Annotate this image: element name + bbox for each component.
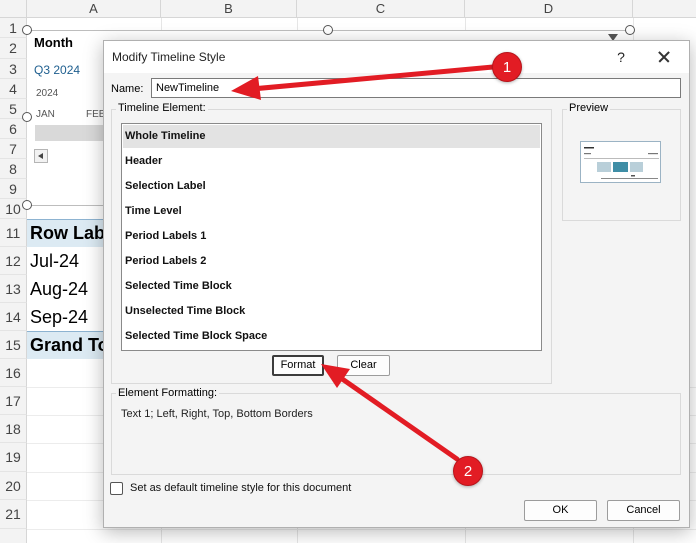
row-header-7[interactable]: 7 [0,139,27,159]
row-header-6[interactable]: 6 [0,119,27,139]
default-style-checkbox[interactable] [110,482,123,495]
row-header-16[interactable]: 16 [0,359,27,387]
timeline-preview [580,141,661,183]
timeline-preview-graphic [584,147,659,179]
pivot-grand-total[interactable]: Grand Total [27,331,106,359]
column-header-d[interactable]: D [465,0,633,18]
resize-handle[interactable] [22,25,32,35]
timeline-year-label: 2024 [36,88,59,99]
timeline-time-block[interactable] [35,125,105,141]
timeline-month-label: JAN [36,109,55,120]
name-label: Name: [111,83,144,95]
column-header-c[interactable]: C [297,0,465,18]
clear-button[interactable]: Clear [337,355,390,376]
resize-handle[interactable] [22,200,32,210]
list-item-selected-time-block[interactable]: Selected Time Block [122,274,541,299]
pivot-row-label[interactable]: Aug-24 [27,275,106,303]
preview-label: Preview [567,102,611,114]
timeline-title: Month [34,35,73,50]
annotation-badge-1: 1 [492,52,522,82]
row-header-3[interactable]: 3 [0,59,27,79]
pivot-row-labels-header[interactable]: Row Labels [27,219,106,247]
element-formatting-label: Element Formatting: [116,387,220,399]
row-header-19[interactable]: 19 [0,443,27,472]
row-header-9[interactable]: 9 [0,179,27,199]
row-header-20[interactable]: 20 [0,472,27,500]
dialog-titlebar[interactable]: Modify Timeline Style ? [104,41,689,73]
row-header-2[interactable]: 2 [0,38,27,59]
list-item-time-level[interactable]: Time Level [122,199,541,224]
row-header-11[interactable]: 11 [0,219,27,247]
scroll-left-icon[interactable] [34,149,48,163]
timeline-selection-label: Q3 2024 [34,63,81,77]
row-header-13[interactable]: 13 [0,275,27,303]
list-item-selected-time-block-space[interactable]: Selected Time Block Space [122,324,541,349]
modify-timeline-style-dialog: Modify Timeline Style ? Name: Timeline E… [103,40,690,528]
row-header-15[interactable]: 15 [0,331,27,359]
timeline-element-list[interactable]: Whole Timeline Header Selection Label Ti… [121,123,542,351]
row-header-17[interactable]: 17 [0,387,27,415]
list-item-selection-label[interactable]: Selection Label [122,174,541,199]
timeline-month-label: FEB [86,109,103,120]
dialog-title: Modify Timeline Style [112,50,226,64]
cancel-button[interactable]: Cancel [607,500,680,521]
list-item-unselected-time-block[interactable]: Unselected Time Block [122,299,541,324]
row-header-4[interactable]: 4 [0,79,27,99]
list-item-period-labels-2[interactable]: Period Labels 2 [122,249,541,274]
element-formatting-value: Text 1; Left, Right, Top, Bottom Borders [121,408,313,420]
row-header-21[interactable]: 21 [0,500,27,529]
row-header-8[interactable]: 8 [0,159,27,179]
format-button[interactable]: Format [272,355,324,376]
row-header-18[interactable]: 18 [0,415,27,443]
annotation-badge-2: 2 [453,456,483,486]
resize-handle[interactable] [625,25,635,35]
gridline [27,529,696,530]
row-header-14[interactable]: 14 [0,303,27,331]
list-item-whole-timeline[interactable]: Whole Timeline [123,125,540,148]
help-button[interactable]: ? [613,47,629,67]
close-icon[interactable] [653,46,675,68]
pivot-row-label[interactable]: Jul-24 [27,247,106,275]
list-item-header[interactable]: Header [122,149,541,174]
pivot-row-label[interactable]: Sep-24 [27,303,106,331]
resize-handle[interactable] [22,112,32,122]
select-all-corner[interactable] [0,0,27,18]
list-item-period-labels-1[interactable]: Period Labels 1 [122,224,541,249]
ok-button[interactable]: OK [524,500,597,521]
name-input[interactable] [151,78,681,98]
element-formatting-group [111,393,681,475]
row-header-12[interactable]: 12 [0,247,27,275]
column-header-e[interactable] [633,0,696,18]
row-header-22[interactable] [0,529,27,543]
timeline-element-label: Timeline Element: [116,102,208,114]
default-style-checkbox-label[interactable]: Set as default timeline style for this d… [130,482,351,494]
resize-handle[interactable] [323,25,333,35]
column-header-b[interactable]: B [161,0,297,18]
column-header-a[interactable]: A [27,0,161,18]
